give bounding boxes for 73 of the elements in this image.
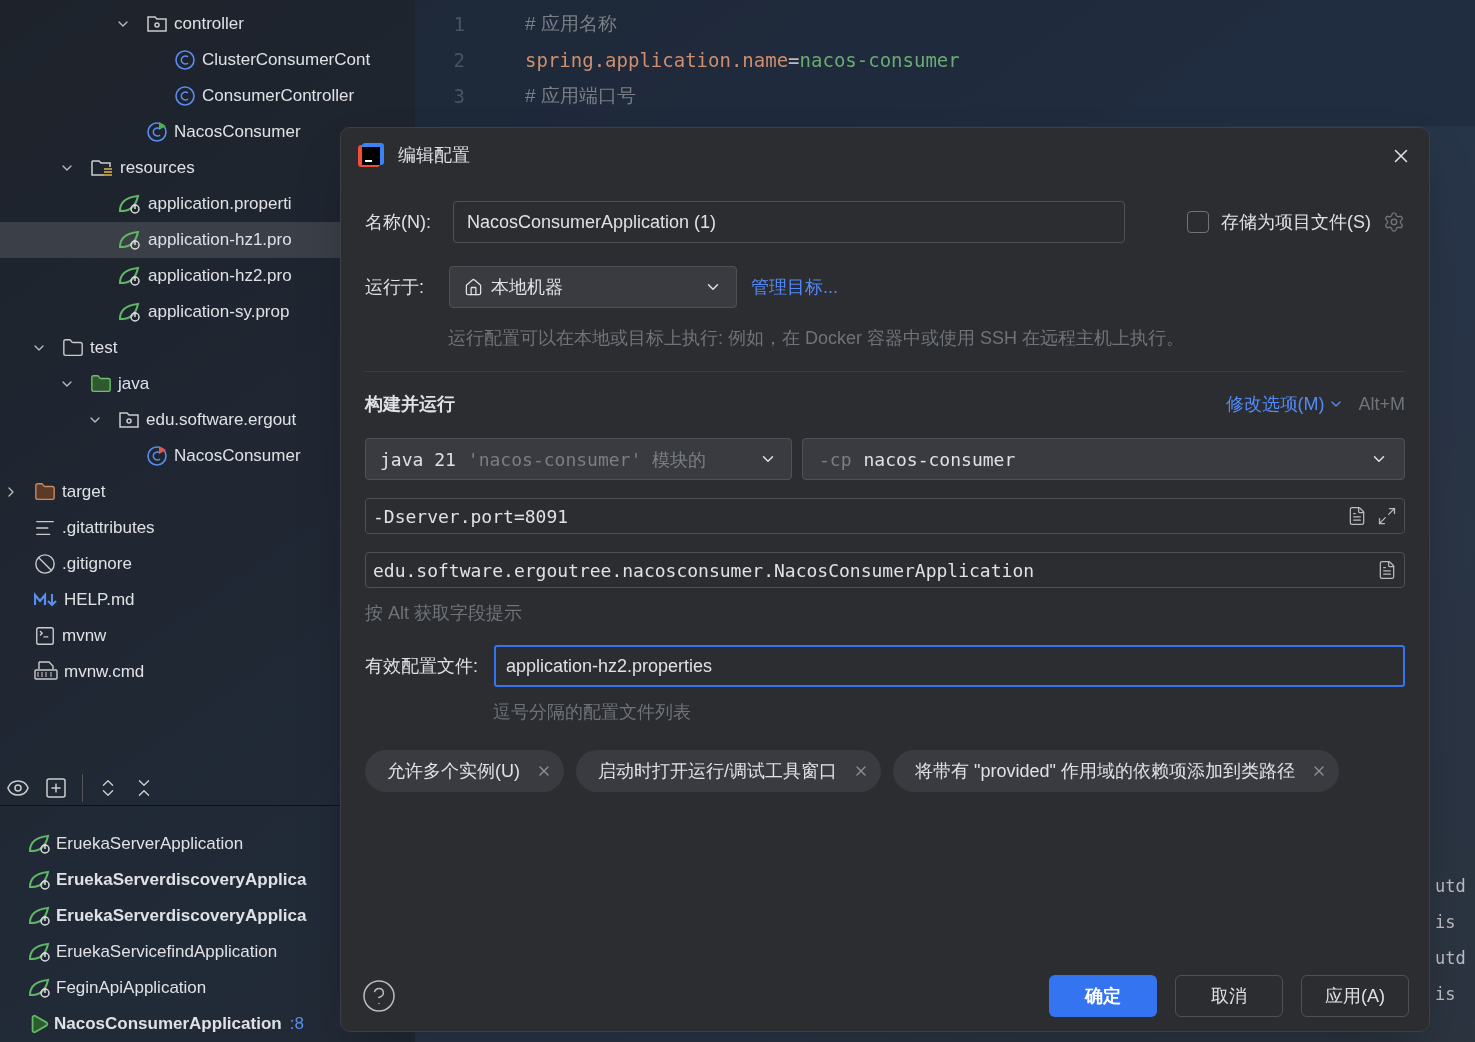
class-icon [146, 121, 168, 143]
console-text: is [1435, 983, 1456, 1007]
jdk-select[interactable]: java 21 'nacos-consumer' 模块的 [365, 438, 792, 480]
spring-leaf-icon [28, 977, 52, 999]
class-icon [146, 445, 168, 467]
spring-leaf-icon [28, 869, 52, 891]
run-config-item[interactable]: FeginApiApplication [0, 970, 415, 1006]
tree-item[interactable]: test [0, 330, 415, 366]
spring-leaf-icon [118, 265, 142, 287]
option-chip[interactable]: 启动时打开运行/调试工具窗口 [576, 750, 881, 792]
option-chip[interactable]: 允许多个实例(U) [365, 750, 564, 792]
run-config-item[interactable]: EruekaServerApplication [0, 826, 415, 862]
run-config-item[interactable]: EruekaServerdiscoveryApplica [0, 898, 415, 934]
field-hint: 按 Alt 获取字段提示 [365, 602, 523, 625]
package-icon [146, 14, 168, 34]
spring-leaf-icon [28, 941, 52, 963]
run-on-label: 运行于: [365, 275, 425, 299]
spring-leaf-icon [28, 833, 52, 855]
cmd-file-icon [34, 661, 58, 683]
folder-icon [62, 337, 84, 359]
option-chip[interactable]: 将带有 "provided" 作用域的依赖项添加到类路径 [893, 750, 1339, 792]
run-config-item[interactable]: EruekaServicefindApplication [0, 934, 415, 970]
document-icon[interactable] [1347, 506, 1367, 526]
console-text: is [1435, 911, 1456, 935]
expand-icon[interactable] [1377, 506, 1397, 526]
tree-item[interactable]: ClusterConsumerCont [0, 42, 415, 78]
profiles-field[interactable]: application-hz2.properties [494, 645, 1405, 687]
manage-targets-link[interactable]: 管理目标... [751, 273, 838, 301]
package-icon [118, 410, 140, 430]
code-comment: # 应用名称 [525, 11, 617, 36]
folder-icon [34, 481, 56, 503]
profiles-hint: 逗号分隔的配置文件列表 [493, 701, 692, 724]
main-class-field[interactable]: edu.software.ergoutree.nacosconsumer.NacosConsumerApplication [365, 552, 1405, 588]
dialog-button[interactable]: 确定 [1049, 975, 1157, 1017]
classpath-select[interactable]: -cp nacos-consumer [802, 438, 1405, 480]
dialog-title: 编辑配置 [398, 144, 471, 167]
class-icon [174, 49, 196, 71]
resources-folder-icon [90, 158, 114, 178]
profiles-label: 有效配置文件: [365, 654, 479, 678]
tree-item[interactable]: ConsumerController [0, 78, 415, 114]
shortcut-hint: Alt+M [1358, 392, 1405, 416]
run-config-item[interactable]: NacosConsumerApplication :8 [0, 1006, 415, 1042]
home-icon [464, 277, 483, 297]
document-icon[interactable] [1377, 560, 1397, 580]
ignore-icon [34, 553, 56, 575]
name-field[interactable]: NacosConsumerApplication (1) [453, 201, 1125, 243]
code-line: spring.application.name=nacos-consumer [525, 47, 960, 73]
settings-icon[interactable] [1383, 211, 1405, 233]
checkbox-label: 存储为项目文件(S) [1221, 210, 1371, 234]
console-text: utd [1435, 947, 1466, 971]
spring-leaf-icon [28, 905, 52, 927]
console-text: utd [1435, 875, 1466, 899]
checkbox[interactable] [1187, 211, 1209, 233]
dialog-button[interactable]: 应用(A) [1301, 975, 1409, 1017]
run-on-select[interactable]: 本地机器 [449, 266, 737, 308]
section-title: 构建并运行 [365, 392, 456, 416]
dialog-button[interactable]: 取消 [1175, 975, 1283, 1017]
spring-leaf-icon [118, 301, 142, 323]
spring-leaf-icon [118, 229, 142, 251]
tree-item[interactable]: controller [0, 6, 415, 42]
class-icon [174, 85, 196, 107]
help-icon[interactable] [361, 978, 397, 1014]
modify-options-link[interactable]: 修改选项(M) [1225, 390, 1345, 418]
folder-icon [90, 373, 112, 395]
vm-options-field[interactable]: -Dserver.port=8091 [365, 498, 1405, 534]
code-comment: # 应用端口号 [525, 83, 636, 108]
run-config-item[interactable]: EruekaServerdiscoveryApplica [0, 862, 415, 898]
markdown-icon [34, 592, 58, 608]
app-logo-icon [358, 142, 384, 169]
run-on-hint: 运行配置可以在本地或目标上执行: 例如，在 Docker 容器中或使用 SSH 在远程主机上执行。 [448, 327, 1186, 350]
spring-leaf-icon [118, 193, 142, 215]
terminal-icon [34, 625, 56, 647]
add-icon[interactable] [44, 775, 68, 800]
